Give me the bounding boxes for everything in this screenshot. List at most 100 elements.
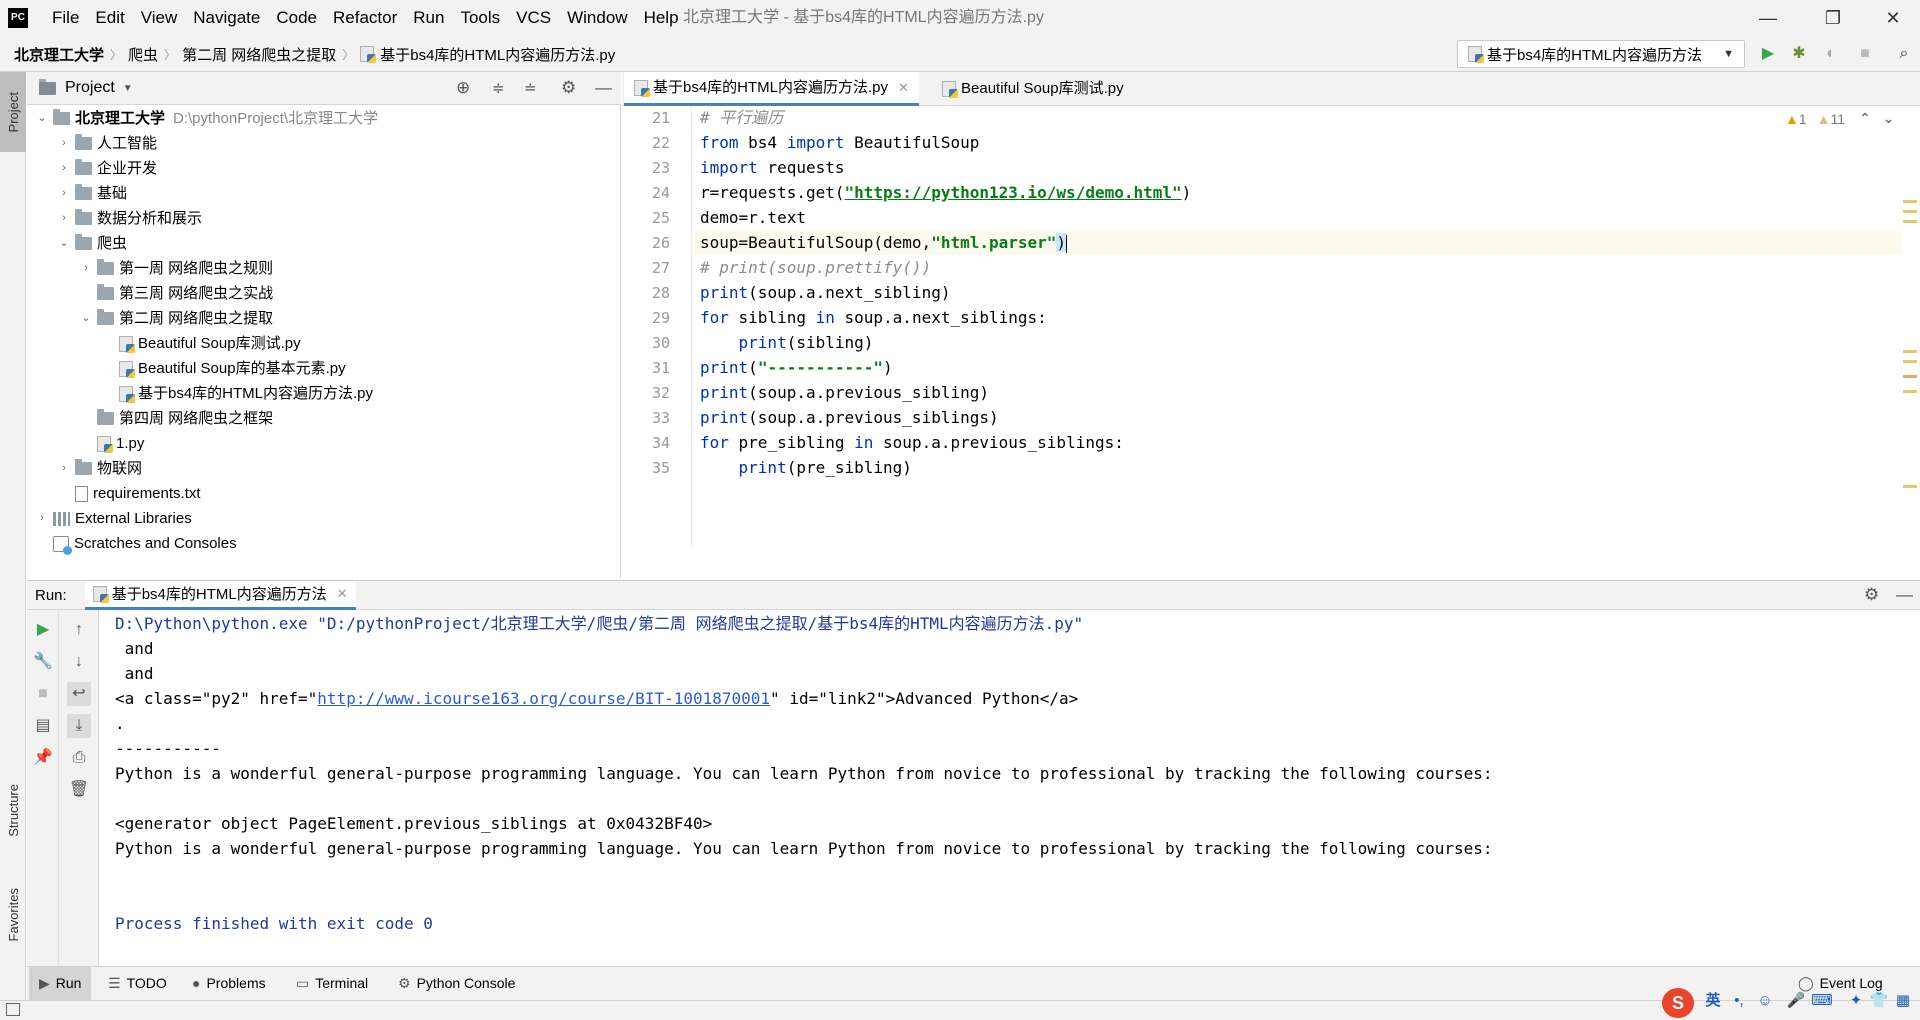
tree-item[interactable]: 第三周 网络爬虫之实战 bbox=[79, 281, 273, 306]
ime-mode-label[interactable]: 英 bbox=[1702, 990, 1724, 1012]
bottom-tab-python-console[interactable]: ⚙ Python Console bbox=[398, 966, 515, 1000]
close-tab-icon[interactable]: ✕ bbox=[898, 71, 909, 105]
tree-item[interactable]: Beautiful Soup库的基本元素.py bbox=[115, 356, 346, 381]
chevron-right-icon[interactable]: › bbox=[35, 506, 49, 531]
keyboard-icon[interactable]: ⌨ bbox=[1811, 990, 1833, 1012]
favorites-tool-tab[interactable]: Favorites bbox=[0, 870, 26, 960]
pin-icon[interactable]: 📌 bbox=[31, 746, 55, 770]
tree-root[interactable]: ⌄ 北京理工大学 D:\pythonProject\北京理工大学 bbox=[35, 106, 378, 131]
editor-tab[interactable]: Beautiful Soup库测试.py bbox=[932, 72, 1134, 106]
close-button[interactable]: ✕ bbox=[1870, 0, 1916, 36]
console-link[interactable]: http://www.icourse163.org/course/BIT-100… bbox=[317, 689, 770, 708]
bottom-tab-problems[interactable]: ● Problems bbox=[192, 966, 266, 1000]
chevron-right-icon[interactable]: › bbox=[57, 131, 71, 156]
toolbox-icon[interactable]: ✦ bbox=[1845, 990, 1867, 1012]
tree-item[interactable]: › 物联网 bbox=[57, 456, 142, 481]
gear-icon[interactable]: ⚙ bbox=[561, 78, 576, 98]
breadcrumb-folder[interactable]: 爬虫 bbox=[128, 44, 158, 65]
chevron-right-icon[interactable]: › bbox=[57, 156, 71, 181]
microphone-icon[interactable]: 🎤 bbox=[1785, 990, 1807, 1012]
breadcrumb-subfolder[interactable]: 第二周 网络爬虫之提取 bbox=[182, 44, 336, 65]
menu-refactor[interactable]: Refactor bbox=[325, 0, 405, 36]
breadcrumb-file[interactable]: 基于bs4库的HTML内容遍历方法.py bbox=[380, 44, 615, 65]
previous-highlight-icon[interactable]: ⌃ bbox=[1859, 110, 1871, 127]
toggle-tool-windows-icon[interactable] bbox=[6, 1003, 20, 1016]
tree-item[interactable]: Scratches and Consoles bbox=[49, 531, 237, 556]
wrench-icon[interactable]: 🔧 bbox=[31, 650, 55, 674]
chevron-down-icon[interactable]: ⌄ bbox=[35, 106, 49, 131]
breadcrumb-project[interactable]: 北京理工大学 bbox=[14, 44, 104, 65]
tree-item[interactable]: › 第一周 网络爬虫之规则 bbox=[79, 256, 273, 281]
menu-code[interactable]: Code bbox=[268, 0, 325, 36]
inspection-widget[interactable]: ▲ 1 ▲ 11 ⌃ ⌄ bbox=[1785, 110, 1895, 127]
minimize-button[interactable]: — bbox=[1745, 0, 1791, 36]
tree-item[interactable]: ⌄ 第二周 网络爬虫之提取 bbox=[79, 306, 273, 331]
tree-item[interactable]: 基于bs4库的HTML内容遍历方法.py bbox=[115, 381, 373, 406]
tree-item[interactable]: › 基础 bbox=[57, 181, 127, 206]
tree-item[interactable]: requirements.txt bbox=[71, 481, 201, 506]
chevron-right-icon[interactable]: › bbox=[79, 256, 93, 281]
menu-navigate[interactable]: Navigate bbox=[185, 0, 268, 36]
bottom-tab-terminal[interactable]: ▭ Terminal bbox=[296, 966, 368, 1000]
tree-item[interactable]: › 数据分析和展示 bbox=[57, 206, 202, 231]
tree-item[interactable]: › External Libraries bbox=[35, 506, 192, 531]
tree-item[interactable]: 1.py bbox=[93, 431, 144, 456]
collapse-all-icon[interactable]: ≐ bbox=[524, 79, 537, 97]
coverage-icon[interactable]: ◐ bbox=[1820, 43, 1842, 65]
arrow-up-icon[interactable]: ↑ bbox=[67, 618, 91, 642]
chevron-right-icon[interactable]: › bbox=[57, 456, 71, 481]
stop-icon[interactable]: ■ bbox=[31, 682, 55, 706]
project-tool-tab[interactable]: Project bbox=[0, 72, 26, 152]
chevron-down-icon[interactable]: ▼ bbox=[123, 83, 133, 94]
run-tab[interactable]: 基于bs4库的HTML内容遍历方法 ✕ bbox=[84, 580, 356, 610]
structure-tool-tab[interactable]: Structure bbox=[0, 765, 26, 855]
editor-tab-active[interactable]: 基于bs4库的HTML内容遍历方法.py ✕ bbox=[624, 72, 919, 106]
shirt-icon[interactable]: 👕 bbox=[1868, 990, 1890, 1012]
menu-run[interactable]: Run bbox=[405, 0, 452, 36]
tree-item[interactable]: › 企业开发 bbox=[57, 156, 157, 181]
chevron-right-icon[interactable]: › bbox=[57, 206, 71, 231]
close-tab-icon[interactable]: ✕ bbox=[337, 586, 348, 602]
sogou-ime-icon[interactable]: S bbox=[1662, 988, 1694, 1018]
debug-icon[interactable]: ✱ bbox=[1788, 43, 1810, 65]
menu-help[interactable]: Help bbox=[636, 0, 687, 36]
run-configuration-select[interactable]: 基于bs4库的HTML内容遍历方法 ▼ bbox=[1457, 40, 1745, 68]
menu-file[interactable]: File bbox=[44, 0, 87, 36]
grid-icon[interactable]: ▦ bbox=[1892, 990, 1914, 1012]
bottom-tab-run[interactable]: ▶ Run bbox=[29, 966, 92, 1000]
tree-item[interactable]: 第四周 网络爬虫之框架 bbox=[79, 406, 273, 431]
line-number: 35 bbox=[651, 459, 670, 477]
locate-file-icon[interactable]: ⊕ bbox=[456, 78, 470, 98]
expand-all-icon[interactable]: ≑ bbox=[492, 79, 505, 97]
chevron-down-icon[interactable]: ⌄ bbox=[57, 231, 71, 256]
hide-panel-icon[interactable]: — bbox=[1896, 585, 1913, 605]
chevron-right-icon[interactable]: › bbox=[57, 181, 71, 206]
layout-icon[interactable]: ▤ bbox=[31, 714, 55, 738]
tree-item[interactable]: Beautiful Soup库测试.py bbox=[115, 331, 301, 356]
hide-panel-icon[interactable]: — bbox=[595, 78, 612, 98]
menu-tools[interactable]: Tools bbox=[452, 0, 508, 36]
restore-button[interactable]: ❐ bbox=[1810, 0, 1856, 36]
menu-view[interactable]: View bbox=[133, 0, 186, 36]
arrow-down-icon[interactable]: ↓ bbox=[67, 650, 91, 674]
scroll-to-end-icon[interactable]: ⤓ bbox=[67, 714, 91, 738]
stop-icon[interactable]: ■ bbox=[1854, 43, 1876, 65]
bottom-tab-todo[interactable]: ☰ TODO bbox=[108, 966, 167, 1000]
chevron-down-icon[interactable]: ⌄ bbox=[79, 306, 93, 331]
print-icon[interactable]: ⎙ bbox=[67, 746, 91, 770]
trash-icon[interactable]: 🗑 bbox=[67, 778, 91, 802]
gear-icon[interactable]: ⚙ bbox=[1864, 585, 1879, 605]
menu-edit[interactable]: Edit bbox=[87, 0, 132, 36]
search-icon[interactable]: ⌕ bbox=[1893, 43, 1915, 65]
punctuation-icon[interactable]: •, bbox=[1728, 990, 1750, 1012]
rerun-icon[interactable]: ▶ bbox=[31, 618, 55, 642]
emoji-icon[interactable]: ☺ bbox=[1754, 990, 1776, 1012]
menu-window[interactable]: Window bbox=[559, 0, 635, 36]
run-icon[interactable]: ▶ bbox=[1757, 43, 1779, 65]
soft-wrap-icon[interactable]: ↩ bbox=[67, 682, 91, 706]
next-highlight-icon[interactable]: ⌄ bbox=[1883, 110, 1895, 127]
tree-item[interactable]: ⌄ 爬虫 bbox=[57, 231, 127, 256]
menu-vcs[interactable]: VCS bbox=[508, 0, 559, 36]
project-view-select[interactable]: Project bbox=[65, 79, 115, 97]
tree-item[interactable]: › 人工智能 bbox=[57, 131, 157, 156]
